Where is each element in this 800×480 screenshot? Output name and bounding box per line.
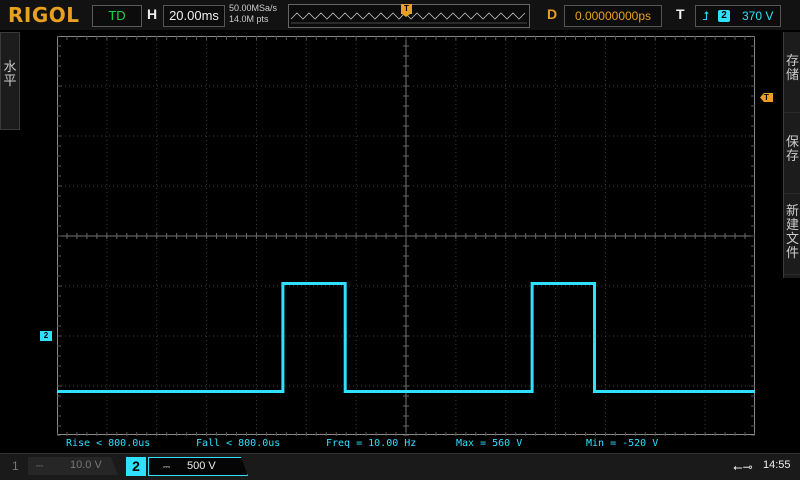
measure-min[interactable]: Min = -520 V [586, 438, 658, 449]
menu-item-storage-label: 存 储 [785, 53, 799, 82]
horizontal-label: H [147, 6, 158, 22]
channel1-box: ⎓ 10.0 V [28, 457, 118, 475]
menu-item-new-file[interactable]: 新 建 文 件 [784, 194, 800, 275]
usb-icon: ⭠⊸ [733, 460, 753, 474]
trigger-channel-badge: 2 [718, 10, 730, 22]
horizontal-menu-tab[interactable]: 水 平 [0, 32, 20, 130]
sample-rate: 50.00MSa/s [229, 3, 278, 13]
trigger-label: T [676, 6, 685, 22]
waveform-display[interactable] [56, 35, 756, 441]
trigger-position-marker[interactable]: T [401, 4, 412, 14]
menu-item-storage[interactable]: 存 储 [784, 32, 800, 113]
channel1-tab[interactable]: 1 ⎓ 10.0 V [6, 457, 118, 476]
delay-display[interactable]: 0.00000000ps [564, 5, 662, 27]
dc-coupling-icon: ⎓ [36, 461, 44, 471]
trigger-level-marker[interactable]: T [760, 93, 773, 102]
memory-depth: 14.0M pts [229, 14, 269, 24]
rising-edge-icon: ⮥ [702, 9, 710, 23]
dc-coupling-icon: ⎓ [163, 462, 171, 472]
channel2-tab[interactable]: 2 ⎓ 500 V [126, 457, 248, 476]
waveform-grid [56, 35, 756, 437]
system-clock: 14:55 [763, 459, 791, 471]
menu-item-save-label: 保 存 [785, 134, 799, 163]
top-status-bar: RIGOL TD H 20.00ms 50.00MSa/s 14.0M pts … [0, 0, 800, 30]
storage-menu: 存 储 保 存 新 建 文 件 [783, 32, 800, 278]
menu-item-new-file-label: 新 建 文 件 [785, 203, 799, 260]
channel2-box: ⎓ 500 V [148, 457, 248, 476]
measure-fall[interactable]: Fall < 800.0us [196, 438, 280, 449]
horizontal-menu-label: 水 平 [3, 59, 17, 88]
run-state-button[interactable]: TD [92, 5, 142, 27]
delay-label: D [547, 6, 558, 22]
channel1-number: 1 [12, 459, 19, 473]
channel2-scale: 500 V [187, 460, 216, 472]
acquisition-info: 50.00MSa/s 14.0M pts [229, 3, 277, 25]
trigger-level: 370 V [742, 9, 774, 23]
timebase-display[interactable]: 20.00ms [163, 5, 225, 27]
measure-max[interactable]: Max = 560 V [456, 438, 522, 449]
trigger-display[interactable]: ⮥ 2 370 V [695, 5, 781, 27]
channel2-number: 2 [126, 457, 146, 476]
menu-item-save[interactable]: 保 存 [784, 113, 800, 194]
brand-logo: RIGOL [8, 3, 80, 27]
channel2-ground-marker[interactable]: 2 [40, 331, 52, 341]
measure-frequency[interactable]: Freq = 10.00 Hz [326, 438, 416, 449]
measurement-bar: Rise < 800.0us Fall < 800.0us Freq = 10.… [0, 437, 800, 451]
channel-bar: 1 ⎓ 10.0 V 2 ⎓ 500 V ⭠⊸ 14:55 [0, 453, 800, 480]
channel1-scale: 10.0 V [70, 459, 102, 471]
measure-rise[interactable]: Rise < 800.0us [66, 438, 150, 449]
